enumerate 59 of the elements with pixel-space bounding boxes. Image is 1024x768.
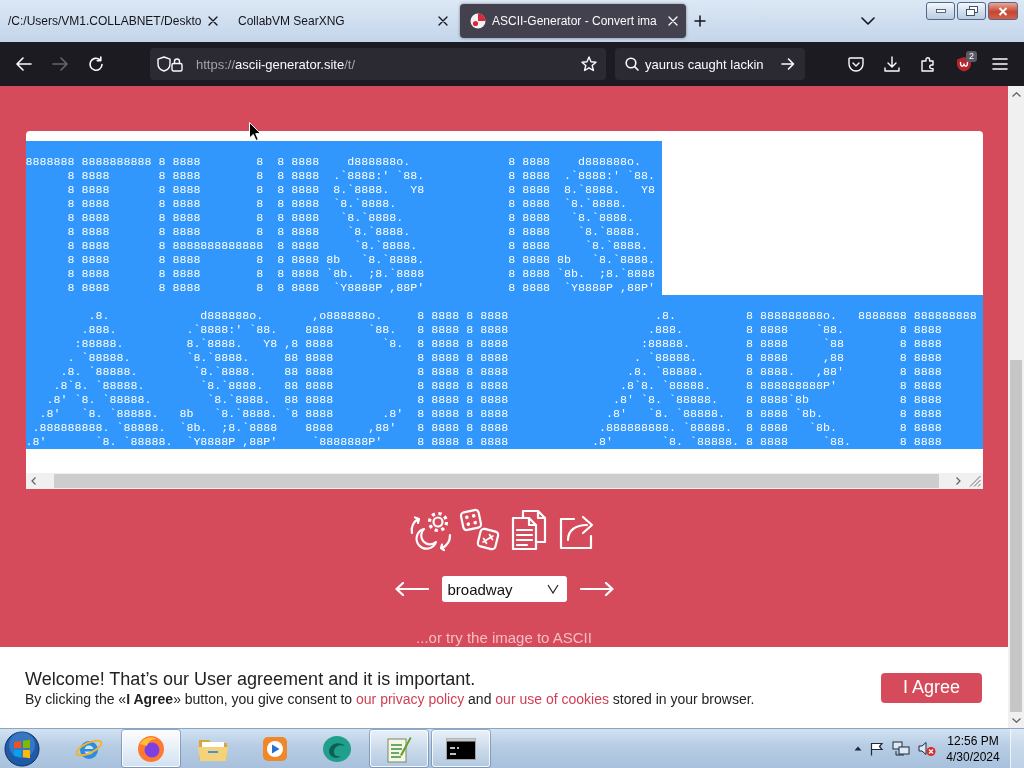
menu-icon[interactable] [992, 58, 1008, 70]
consent-text: By clicking the «I Agree» button, you give consent to our privacy policy and our use of cookies stored in your browser. [25, 689, 755, 708]
text-link[interactable]: our use of cookies [495, 690, 609, 707]
text-link[interactable]: our privacy policy [356, 690, 465, 707]
close-icon[interactable] [438, 16, 448, 26]
extension-badge: 2 [966, 51, 977, 62]
font-select[interactable]: broadway [441, 576, 567, 602]
scrollbar-thumb[interactable] [1010, 360, 1022, 712]
resize-grip-icon[interactable] [968, 475, 981, 487]
lock-icon [171, 56, 183, 72]
dice-icon[interactable] [457, 508, 502, 552]
minimize-button[interactable] [926, 2, 955, 20]
plus-icon[interactable] [694, 15, 706, 27]
browser-tab[interactable]: CollabVM SearXNG [230, 4, 456, 38]
browser-tab[interactable]: /C:/Users/VM1.COLLABNET/Deskto [0, 4, 226, 38]
restore-icon [965, 6, 978, 16]
back-icon[interactable] [16, 57, 32, 71]
browser-tab[interactable]: ASCII-Generator - Convert ima [460, 4, 686, 38]
scroll-left-icon[interactable] [31, 477, 36, 485]
taskbar-button[interactable] [432, 730, 490, 767]
close-icon [998, 6, 1008, 16]
browser-icon [137, 734, 165, 763]
address-field[interactable]: https://ascii-generator.site/t/ [150, 48, 606, 80]
start-orb-icon[interactable] [4, 730, 40, 767]
agree-button[interactable]: I Agree [881, 672, 982, 703]
scroll-down-icon[interactable] [1011, 717, 1021, 723]
scroll-up-icon[interactable] [1011, 91, 1021, 97]
caret-up-icon[interactable] [854, 746, 862, 751]
search-icon [625, 57, 639, 71]
notepad-icon [386, 734, 412, 763]
scroll-right-icon[interactable] [956, 477, 961, 485]
minimize-icon [935, 9, 946, 13]
save-icon[interactable] [848, 56, 864, 72]
speaker-muted-icon[interactable] [918, 740, 936, 757]
terminal-icon [446, 737, 476, 760]
reload-icon[interactable] [88, 56, 104, 72]
arrow-right-icon[interactable] [781, 58, 795, 70]
play-icon [262, 735, 288, 762]
close-icon[interactable] [208, 16, 218, 26]
search-field[interactable]: yaurus caught lackin [615, 48, 805, 80]
download-icon[interactable] [884, 56, 900, 72]
scrollbar-track[interactable] [25, 473, 983, 489]
star-icon[interactable] [581, 56, 597, 72]
chevron-down-icon [546, 584, 559, 594]
ascii-art-text: .8. d888888o. ,o888888o. 8 8888 8 8888 .8. 8 888888888o. 8888888 888888888 .888. .`8888:' `88. 8888 `88. 8 8888 8 8888 .888. 8 8888 `88. 8 8888 :88888. 8.`8888. Y8 ,8 8888 `8. 8 8888 8 8888 :88888. 8 8888 `88 8 8888 . `88888. `8.`8888. 88 8888 8 8888 8 8888 . `88888. 8 8888 ,88 8 8888 .8. `88888. `8.`8888. 88 8888 8 8888 8 8888 .8. `88888. 8 8888. ,88' 8 8888 .8`8. `88888. `8.`8888. 88 8888 8 8888 8 8888 .8`8. `88888. 8 888888888P' 8 8888 .8' `8. `88888. `8.`8888. 88 8888 8 8888 8 8888 .8' `8. `88888. 8 8888`8b 8 8888 .8' `8. `88888. 8b `8.`8888. `8 8888 .8' 8 8888 8 8888 .8' `8. `88888. 8 8888 `8b. 8 8888 .888888888. `88888. `8b. ;8.`8888 8888 ,88' 8 8888 8 8888 .888888888. `88888. 8 8888 `8b. 8 8888 .8' `8. `88888. `Y8888P ,88P' `8888888P' 8 8888 8 8888 .8' `8. `88888. 8 8888 `88. 8 8888 [25, 295, 983, 449]
restore-button[interactable] [957, 2, 986, 20]
banner-title: Welcome! That’s our User agreement and it is important. [25, 667, 477, 690]
shield-icon [157, 56, 171, 72]
puzzle-icon[interactable] [920, 56, 936, 72]
close-button[interactable] [988, 2, 1018, 20]
clock-time: 12:56 PM [947, 732, 999, 749]
ascii-art-text: 8888888 8888888888 8 8888 8 8 8888 d888888o. 8 8888 d888888o. 8 8888 8 8888 8 8 8888 .`8888:' `88. 8 8888 .`8888:' `88. 8 8888 8 8888 8 8 8888 8.`8888. Y8 8 8888 8.`8888. Y8 8 8888 8 8888 8 8 8888 `8.`8888. 8 8888 `8.`8888. 8 8888 8 8888 8 8 8888 `8.`8888. 8 8888 `8.`8888. 8 8888 8 8888 8 8 8888 `8.`8888. 8 8888 `8.`8888. 8 8888 8 8888888888888 8 8888 `8.`8888. 8 8888 `8.`8888. 8 8888 8 8888 8 8 8888 8b `8.`8888. 8 8888 8b `8.`8888. 8 8888 8 8888 8 8 8888 `8b. ;8.`8888 8 8888 `8b. ;8.`8888 8 8888 8 8888 8 8 8888 `Y8888P ,88P' 8 8888 `Y8888P ,88P' [25, 141, 663, 295]
clock-date: 4/30/2024 [946, 748, 1000, 765]
flag-icon[interactable] [870, 741, 884, 756]
chevron-down-icon[interactable] [861, 17, 875, 25]
circle-swirl-icon [322, 734, 352, 763]
scrollbar-thumb[interactable] [53, 474, 939, 488]
arrow-left-icon[interactable] [394, 582, 429, 596]
network-icon[interactable] [892, 740, 910, 757]
